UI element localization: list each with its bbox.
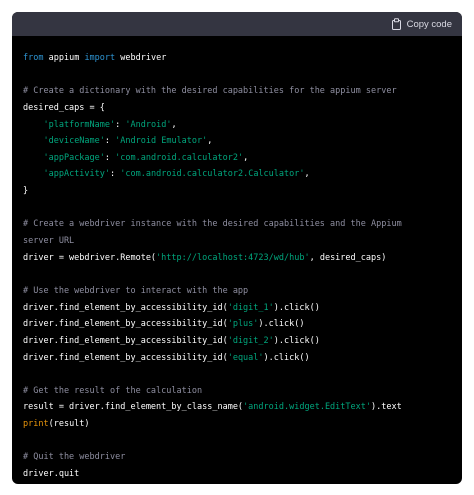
code-string: 'deviceName' <box>43 136 105 147</box>
code-comment: # Create a webdriver instance with the d… <box>23 219 402 230</box>
code-text: , desired_caps) <box>309 252 387 263</box>
code-string: 'Android Emulator' <box>115 136 208 147</box>
code-line: driver = webdriver.Remote('http://localh… <box>23 250 451 267</box>
code-line: driver.find_element_by_accessibility_id(… <box>23 300 451 317</box>
code-string: 'appActivity' <box>43 169 111 180</box>
code-line: result = driver.find_element_by_class_na… <box>23 399 451 416</box>
code-text: , <box>243 152 249 163</box>
code-string: 'com.android.calculator2.Calculator' <box>120 169 305 180</box>
code-text: driver.find_element_by_accessibility_id( <box>23 352 228 363</box>
code-text: appium <box>43 53 85 63</box>
code-text: driver.find_element_by_accessibility_id( <box>23 335 228 346</box>
code-text: : <box>104 152 116 163</box>
code-string: 'digit_2' <box>227 335 274 346</box>
code-text: ).click() <box>258 319 305 330</box>
code-string: 'Android' <box>125 119 172 130</box>
code-text: driver = webdriver.Remote( <box>23 252 157 263</box>
code-text: , <box>171 119 177 130</box>
code-block: Copy code from appium import webdriver # … <box>12 12 462 484</box>
code-comment: # Create a dictionary with the desired c… <box>23 86 397 97</box>
code-keyword: import <box>84 53 116 63</box>
code-block-header: Copy code <box>12 12 462 36</box>
code-text: webdriver <box>115 53 167 63</box>
code-text: : <box>115 119 126 130</box>
code-line: from appium import webdriver <box>23 50 451 67</box>
code-line: 'deviceName': 'Android Emulator', <box>23 133 451 150</box>
code-text: ).click() <box>263 352 310 363</box>
code-text: , <box>207 136 213 147</box>
clipboard-icon <box>391 18 402 30</box>
code-comment: # Quit the webdriver <box>23 452 126 463</box>
code-line: driver.find_element_by_accessibility_id(… <box>23 350 451 367</box>
code-builtin: print <box>23 419 49 430</box>
code-text: ).text <box>371 402 402 413</box>
code-text: : <box>104 136 116 147</box>
code-string: 'digit_1' <box>227 302 274 313</box>
code-line: 'appActivity': 'com.android.calculator2.… <box>23 166 451 183</box>
code-comment: # Use the webdriver to interact with the… <box>23 285 249 296</box>
code-line: driver.find_element_by_accessibility_id(… <box>23 333 451 350</box>
code-text: result = driver.find_element_by_class_na… <box>23 402 244 413</box>
code-string: 'plus' <box>227 319 259 330</box>
code-string: 'http://localhost:4723/wd/hub' <box>156 252 310 263</box>
code-line: print(result) <box>23 416 451 433</box>
code-line: driver.find_element_by_accessibility_id(… <box>23 316 451 333</box>
code-line: driver.quit <box>23 469 80 480</box>
copy-code-button[interactable]: Copy code <box>391 18 452 30</box>
code-comment: # Get the result of the calculation <box>23 385 203 396</box>
code-line: } <box>23 186 29 197</box>
code-text: driver.find_element_by_accessibility_id( <box>23 302 228 313</box>
code-content: from appium import webdriver # Create a d… <box>12 36 462 484</box>
code-string: 'appPackage' <box>43 152 105 163</box>
code-text: : <box>110 169 121 180</box>
code-string: 'equal' <box>227 352 264 363</box>
code-text: driver.find_element_by_accessibility_id( <box>23 319 228 330</box>
copy-code-label: Copy code <box>406 18 452 30</box>
code-text: ).click() <box>273 302 320 313</box>
code-keyword: from <box>23 53 44 63</box>
code-text: (result) <box>48 419 90 430</box>
code-string: 'com.android.calculator2' <box>115 152 244 163</box>
code-text: , <box>304 169 310 180</box>
code-comment: server URL <box>23 236 75 247</box>
code-line: 'appPackage': 'com.android.calculator2', <box>23 150 451 167</box>
code-text: ).click() <box>273 335 320 346</box>
code-line: 'platformName': 'Android', <box>23 117 451 134</box>
code-string: 'platformName' <box>43 119 116 130</box>
code-line: desired_caps = { <box>23 102 105 113</box>
code-string: 'android.widget.EditText' <box>243 402 371 413</box>
